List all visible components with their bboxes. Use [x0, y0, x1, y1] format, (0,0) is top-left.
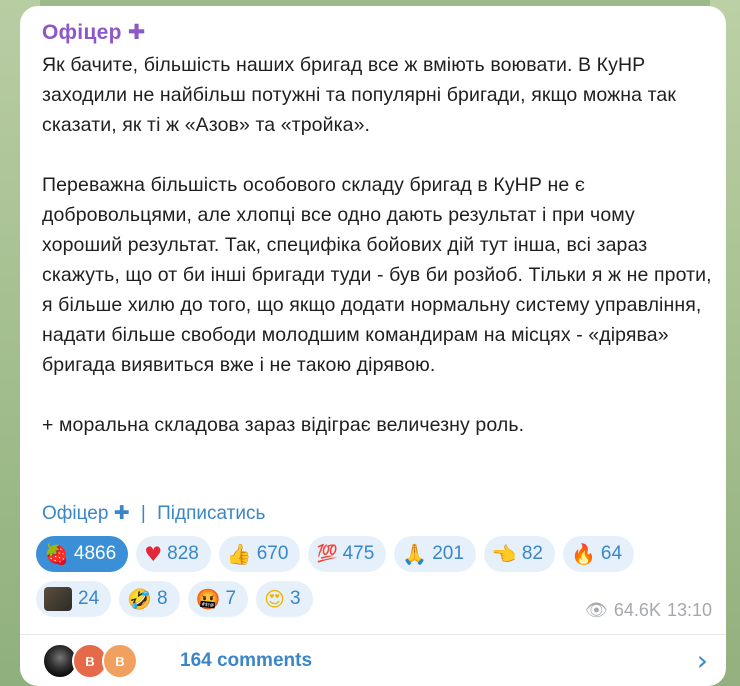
reaction-count: 201	[432, 543, 464, 564]
commenter-avatars: B B	[42, 641, 152, 681]
reaction-count: 828	[167, 543, 199, 564]
author-name-label: Офіцер	[42, 21, 122, 44]
strawberry-icon: 🍓	[44, 542, 69, 566]
paragraph-3: + моральна складова зараз відіграє велич…	[42, 414, 525, 436]
signature-line: Офіцер ✚ | Підписатись	[42, 502, 265, 525]
pray-icon: 🙏	[402, 542, 428, 566]
reaction-heart-eyes[interactable]: 😍 3	[256, 581, 313, 617]
hundred-icon: 💯	[316, 544, 338, 564]
message-time: 13:10	[666, 600, 712, 620]
author-badge-icon: ✚	[127, 21, 146, 44]
reaction-count: 3	[289, 588, 301, 609]
angry-icon: 🤬	[195, 587, 221, 611]
reaction-count: 4866	[73, 543, 117, 564]
reaction-count: 24	[78, 588, 100, 609]
rofl-icon: 🤣	[127, 587, 153, 611]
pointing-hand-icon: 👈	[491, 542, 517, 566]
reaction-custom-avatar[interactable]: 24	[36, 581, 112, 617]
reaction-count: 7	[225, 588, 237, 609]
thumbs-up-icon: 👍	[226, 542, 252, 566]
paragraph-1: Як бачите, більшість наших бригад все ж …	[42, 54, 676, 136]
heart-eyes-icon: 😍	[264, 587, 285, 611]
reaction-count: 670	[256, 543, 289, 564]
chevron-right-icon: ›	[696, 644, 708, 677]
comments-count-label: 164 comments	[180, 650, 313, 671]
avatar: B	[102, 643, 138, 679]
custom-avatar-icon	[44, 587, 72, 611]
paragraph-2: Переважна більшість особового складу бри…	[42, 174, 712, 376]
reaction-fire[interactable]: 🔥 64	[562, 536, 635, 572]
signature-separator: |	[140, 503, 146, 524]
message-meta: 👁 64.6K 13:10	[585, 600, 712, 621]
heart-icon: ♥	[144, 542, 163, 566]
signature-badge-icon: ✚	[113, 503, 130, 524]
reaction-strawberry[interactable]: 🍓 4866	[36, 536, 129, 572]
reaction-pray[interactable]: 🙏 201	[394, 536, 476, 572]
comments-button[interactable]: B B 164 comments ›	[20, 636, 726, 686]
views-count: 64.6K	[613, 600, 661, 620]
reaction-heart[interactable]: ♥ 828	[136, 536, 211, 572]
reaction-count: 64	[600, 543, 623, 564]
author-name[interactable]: Офіцер ✚	[42, 20, 146, 45]
divider	[20, 634, 726, 635]
reaction-hundred[interactable]: 💯 475	[308, 536, 387, 572]
subscribe-link[interactable]: Підписатись	[157, 503, 265, 524]
fire-icon: 🔥	[570, 542, 596, 566]
reaction-rofl[interactable]: 🤣 8	[119, 581, 180, 617]
reaction-thumbs-up[interactable]: 👍 670	[218, 536, 301, 572]
message-text: Як бачите, більшість наших бригад все ж …	[42, 50, 718, 440]
reaction-angry[interactable]: 🤬 7	[187, 581, 249, 617]
reaction-count: 8	[157, 588, 168, 609]
reaction-count: 475	[342, 543, 375, 564]
reactions-row-1: 🍓 4866 ♥ 828 👍 670 💯 475 🙏 201 👈 82 🔥 64	[36, 536, 716, 572]
reaction-pointing-hand[interactable]: 👈 82	[483, 536, 555, 572]
message-bubble: Офіцер ✚ Як бачите, більшість наших брига…	[20, 6, 726, 686]
reaction-count: 82	[521, 543, 543, 564]
views-eye-icon: 👁	[585, 600, 608, 621]
signature-link[interactable]: Офіцер	[42, 503, 108, 524]
